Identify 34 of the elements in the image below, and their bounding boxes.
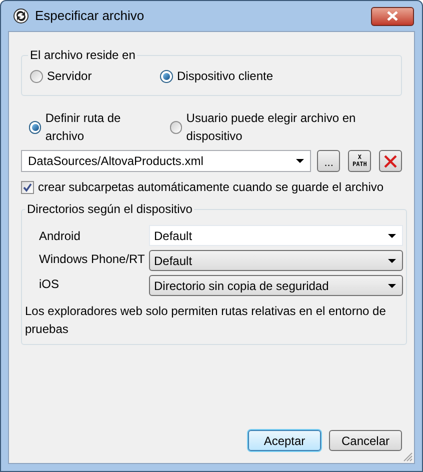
note-text: Los exploradores web solo permiten rutas relativas en el entorno de pruebas [25,303,387,338]
close-icon [387,11,398,21]
radio-button[interactable] [160,70,173,82]
file-path-combo[interactable]: DataSources/AltovaProducts.xml [21,150,312,172]
radio-button[interactable] [29,120,42,134]
radio-label: Definir ruta de archivo [45,110,122,145]
combo-box[interactable]: Default [149,225,403,246]
refresh-icon [13,8,29,24]
dropdown-arrow-icon [388,284,396,288]
dropdown[interactable]: Directorio sin copia de seguridad [149,275,403,296]
window-title: Especificar archivo [35,7,144,26]
radio-label: Servidor [47,68,92,85]
delete-icon [384,154,398,168]
radio-button[interactable] [30,70,43,82]
radio-label: Dispositivo cliente [177,68,274,85]
browse-button[interactable]: ... [317,150,340,172]
delete-button[interactable] [379,150,402,172]
field-label: Windows Phone/RT [38,251,146,268]
resize-grip-icon [403,452,413,462]
close-button[interactable] [371,6,414,26]
radio-label: Usuario puede elegir archivo en dispositivo [186,110,357,145]
checkbox[interactable] [21,180,34,194]
dropdown-arrow-icon [296,159,304,163]
checkbox-label: crear subcarpetas automáticamente cuando se guarde el archivo [38,179,384,196]
dropdown[interactable]: Default [149,250,403,271]
radio-button[interactable] [170,120,182,134]
group-title: El archivo reside en [29,47,136,64]
field-label: iOS [38,276,60,293]
dialog-button[interactable]: Cancelar [329,430,402,451]
dropdown-arrow-icon [388,234,396,238]
dialog-button[interactable]: Aceptar [248,430,321,451]
field-label: Android [38,228,82,244]
dropdown-arrow-icon [388,258,396,262]
group-title: Directorios según el dispositivo [26,201,194,218]
